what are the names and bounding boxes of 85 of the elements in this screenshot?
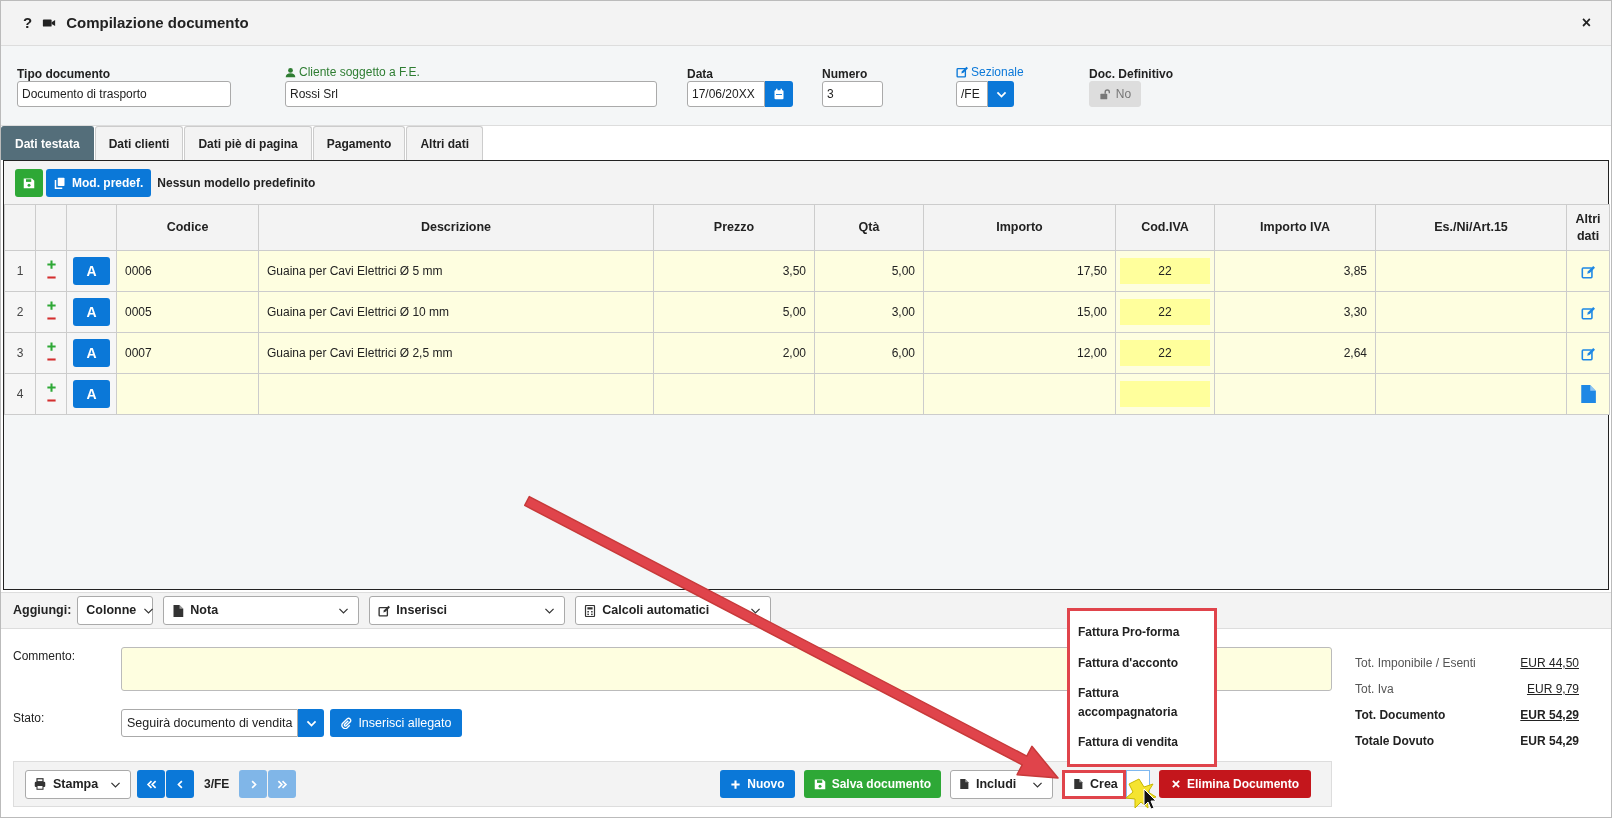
default-model-button[interactable]: Mod. predef. [46, 168, 152, 197]
column-header: Prezzo [653, 204, 815, 251]
new-button[interactable]: Nuovo [720, 770, 795, 798]
field-label: Cliente soggetto a F.E. [299, 64, 420, 81]
dropdown-button[interactable]: Colonne [77, 596, 154, 625]
column-header: Qtà [814, 204, 924, 251]
table-cell: Guaina per Cavi Elettrici Ø 2,5 mm [258, 332, 654, 374]
table-cell: 6,00 [814, 332, 924, 374]
print-button[interactable]: Stampa [25, 769, 131, 799]
menu-item[interactable]: Fattura Pro-forma [1070, 617, 1214, 648]
row-number: 3 [4, 332, 36, 374]
dropdown-button[interactable]: Nota [163, 596, 360, 625]
number-field[interactable]: 3 [822, 81, 883, 107]
table-cell: 3,85 [1214, 250, 1376, 292]
vat-code-field[interactable]: 22 [1120, 299, 1210, 325]
model-status-text: Nessun modello predefinito [157, 174, 316, 192]
table-cell: 17,50 [923, 250, 1116, 292]
column-header: Importo IVA [1214, 204, 1376, 251]
dropdown-button[interactable]: Inserisci [369, 596, 566, 625]
vat-code-field[interactable]: 22 [1120, 258, 1210, 284]
tab[interactable]: Dati clienti [94, 126, 184, 160]
row-number: 4 [4, 373, 36, 415]
table-cell: 3,50 [653, 250, 815, 292]
column-header: Codice [116, 204, 259, 251]
window-title: Compilazione documento [66, 12, 249, 33]
position-text: 3/FE [204, 776, 230, 793]
table-cell: 0005 [116, 291, 259, 333]
field-label: Doc. Definitivo [1089, 66, 1174, 79]
table-cell: 5,00 [653, 291, 815, 333]
comment-label: Commento: [13, 648, 77, 665]
total-label: Tot. Documento [1355, 707, 1447, 724]
tab[interactable]: Dati testata [1, 126, 94, 160]
menu-item[interactable]: Fattura accompagnatoria [1070, 678, 1214, 728]
column-header: Altri dati [1566, 204, 1610, 251]
attach-button[interactable]: Inserisci allegato [330, 709, 462, 737]
register-select[interactable]: /FE [956, 81, 988, 107]
total-label: Tot. Iva [1355, 681, 1395, 698]
table-cell: 3,00 [814, 291, 924, 333]
tab[interactable]: Altri dati [406, 126, 484, 160]
total-value: EUR 54,29 [1519, 707, 1579, 724]
column-header: Cod.IVA [1115, 204, 1215, 251]
field-label: Data [687, 66, 714, 79]
column-header: Es./Ni/Art.15 [1375, 204, 1567, 251]
article-button[interactable]: A [73, 257, 110, 285]
total-label: Tot. Imponibile / Esenti [1355, 655, 1477, 672]
status-select[interactable]: Seguirà documento di vendita [121, 709, 299, 737]
create-button[interactable]: Crea [1062, 769, 1126, 799]
menu-item[interactable]: Fattura d'acconto [1070, 647, 1214, 679]
total-label: Totale Dovuto [1355, 733, 1436, 750]
table-cell: Guaina per Cavi Elettrici Ø 10 mm [258, 291, 654, 333]
help-button[interactable]: ? [23, 11, 33, 35]
table-cell: 15,00 [923, 291, 1116, 333]
total-value: EUR 44,50 [1519, 655, 1579, 672]
row-number: 2 [4, 291, 36, 333]
table-cell: 12,00 [923, 332, 1116, 374]
status-label: Stato: [13, 710, 46, 727]
delete-button[interactable]: Elimina Documento [1159, 770, 1311, 798]
column-header: Importo [923, 204, 1116, 251]
tab[interactable]: Pagamento [312, 126, 406, 160]
column-header: Descrizione [258, 204, 654, 251]
field-label: Tipo documento [17, 66, 112, 79]
row-number: 1 [4, 250, 36, 292]
table-cell: 0006 [116, 250, 259, 292]
total-value: EUR 54,29 [1519, 733, 1579, 750]
tab[interactable]: Dati piè di pagina [184, 126, 312, 160]
table-cell: 2,00 [653, 332, 815, 374]
table-cell: 3,30 [1214, 291, 1376, 333]
article-button[interactable]: A [73, 380, 110, 408]
table-cell: Guaina per Cavi Elettrici Ø 5 mm [258, 250, 654, 292]
menu-item[interactable]: Fattura di vendita [1070, 727, 1214, 758]
article-button[interactable]: A [73, 339, 110, 367]
table-cell: 5,00 [814, 250, 924, 292]
field-label: Numero [822, 66, 869, 79]
table-cell: 2,64 [1214, 332, 1376, 374]
vat-code-field[interactable]: 22 [1120, 340, 1210, 366]
field-label: Sezionale [971, 64, 1024, 81]
table-cell: 0007 [116, 332, 259, 374]
total-value: EUR 9,79 [1525, 681, 1579, 698]
include-button[interactable]: Includi [950, 769, 1053, 799]
close-button[interactable]: × [1581, 11, 1591, 35]
date-field[interactable]: 17/06/20XX [687, 81, 765, 107]
article-button[interactable]: A [73, 298, 110, 326]
document-type-field[interactable]: Documento di trasporto [17, 81, 231, 107]
add-label: Aggiungi: [13, 602, 72, 620]
customer-field[interactable]: Rossi Srl [285, 81, 657, 107]
